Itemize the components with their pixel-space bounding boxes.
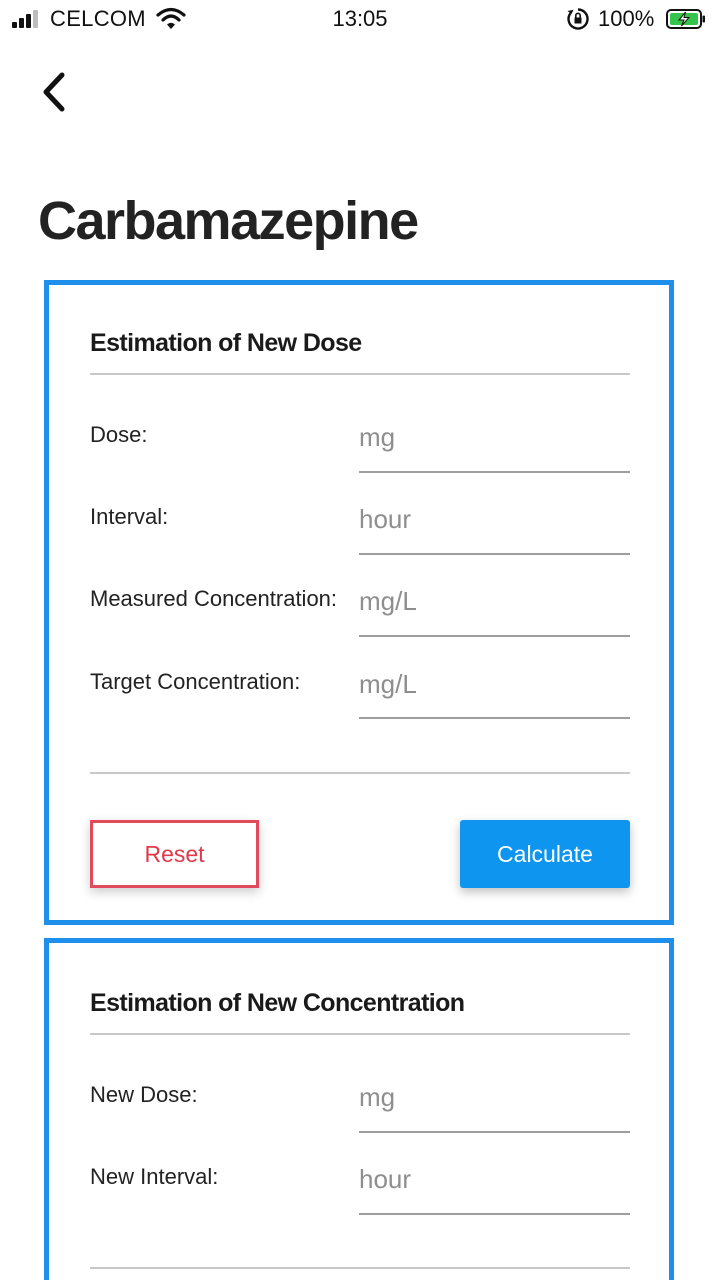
new-concentration-card: Estimation of New Concentration New Dose… (44, 938, 674, 1280)
screen: CELCOM 13:05 100% Carbamazepine Estimati… (0, 0, 720, 1280)
target-concentration-label: Target Concentration: (90, 669, 301, 694)
orientation-lock-icon (567, 8, 589, 30)
title-divider (90, 1033, 630, 1035)
title-divider (90, 373, 630, 375)
dose-input-underline (359, 471, 630, 473)
reset-button[interactable]: Reset (90, 820, 259, 888)
new-interval-input-underline (359, 1213, 630, 1215)
new-dose-input-underline (359, 1131, 630, 1133)
status-bar: CELCOM 13:05 100% (0, 0, 720, 40)
target-concentration-input[interactable] (359, 662, 630, 706)
interval-label: Interval: (90, 504, 169, 529)
measured-concentration-input[interactable] (359, 579, 630, 623)
new-interval-label: New Interval: (90, 1164, 219, 1189)
battery-charging-icon (666, 9, 705, 29)
new-concentration-card-title: Estimation of New Concentration (90, 989, 465, 1017)
measured-concentration-underline (359, 635, 630, 637)
new-dose-label: New Dose: (90, 1082, 198, 1107)
dose-input[interactable] (359, 415, 630, 459)
new-dose-input[interactable] (359, 1075, 630, 1119)
back-button[interactable] (30, 66, 78, 118)
measured-concentration-label: Measured Concentration: (90, 586, 338, 611)
target-concentration-underline (359, 717, 630, 719)
interval-input[interactable] (359, 497, 630, 541)
result-divider (90, 1267, 630, 1269)
new-dose-card: Estimation of New Dose Dose: Interval: M… (44, 280, 674, 925)
back-chevron-icon (43, 72, 65, 112)
new-interval-input[interactable] (359, 1157, 630, 1201)
page-title: Carbamazepine (38, 191, 419, 251)
dose-label: Dose: (90, 422, 148, 447)
interval-input-underline (359, 553, 630, 555)
battery-percentage: 100% (598, 6, 655, 31)
result-divider (90, 772, 630, 774)
calculate-button[interactable]: Calculate (460, 820, 630, 888)
new-dose-card-title: Estimation of New Dose (90, 329, 362, 357)
